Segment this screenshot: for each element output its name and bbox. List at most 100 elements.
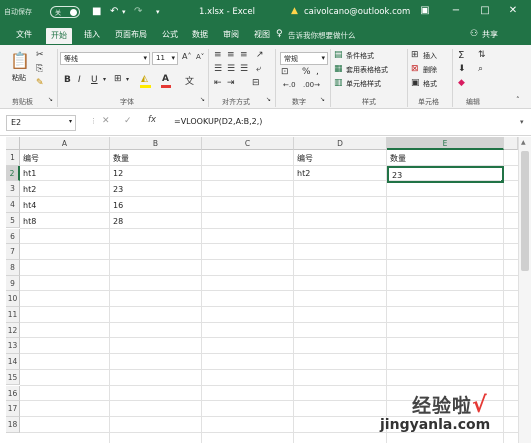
- cell-d1[interactable]: 编号: [294, 151, 387, 166]
- row-header-9[interactable]: 9: [6, 275, 20, 292]
- name-box[interactable]: E2 ▾: [6, 115, 76, 131]
- row-header-18[interactable]: 18: [6, 416, 20, 433]
- cell-b2[interactable]: 12: [110, 166, 202, 181]
- column-header-d[interactable]: D: [294, 137, 387, 150]
- cell-e1[interactable]: 数量: [387, 151, 504, 166]
- font-name-select[interactable]: 等线 ▾: [60, 52, 150, 65]
- cancel-entry-icon[interactable]: ✕: [102, 116, 110, 126]
- row-header-7[interactable]: 7: [6, 244, 20, 260]
- format-cells-button[interactable]: 格式: [423, 79, 437, 89]
- paste-button[interactable]: 粘贴: [12, 73, 26, 83]
- comma-style-icon[interactable]: ,: [316, 67, 319, 77]
- scroll-up-icon[interactable]: ▲: [521, 139, 526, 146]
- cell-a3[interactable]: ht2: [20, 182, 110, 197]
- tab-view[interactable]: 视图: [254, 29, 270, 40]
- undo-icon[interactable]: ↶: [110, 6, 118, 17]
- tab-home[interactable]: 开始: [46, 28, 72, 44]
- decrease-decimal-icon[interactable]: .00→: [303, 81, 320, 89]
- row-header-11[interactable]: 11: [6, 307, 20, 323]
- row-header-3[interactable]: 3: [6, 181, 20, 198]
- minimize-icon[interactable]: −: [449, 5, 463, 16]
- cell-a1[interactable]: 编号: [20, 151, 110, 166]
- decrease-font-icon[interactable]: A˅: [196, 53, 204, 61]
- paste-icon[interactable]: 📋: [10, 51, 30, 70]
- row-header-13[interactable]: 13: [6, 338, 20, 355]
- find-select-icon[interactable]: ⌕: [478, 64, 483, 74]
- fill-color-icon[interactable]: ◭: [141, 74, 148, 84]
- row-header-17[interactable]: 17: [6, 401, 20, 417]
- increase-indent-icon[interactable]: ⇥: [227, 78, 235, 88]
- vertical-scrollbar[interactable]: ▲: [518, 137, 531, 443]
- borders-dropdown-icon[interactable]: ▾: [126, 76, 129, 83]
- cell-a2[interactable]: ht1: [20, 166, 110, 181]
- cell-b3[interactable]: 23: [110, 182, 202, 197]
- increase-decimal-icon[interactable]: ←.0: [283, 81, 296, 89]
- copy-icon[interactable]: ⎘: [36, 64, 43, 74]
- column-header-b[interactable]: B: [110, 137, 202, 150]
- tab-data[interactable]: 数据: [192, 29, 208, 40]
- tab-file[interactable]: 文件: [16, 29, 32, 40]
- align-middle-icon[interactable]: ≡: [227, 50, 235, 60]
- number-format-select[interactable]: 常规 ▾: [280, 52, 328, 65]
- tab-review[interactable]: 审阅: [223, 29, 239, 40]
- tell-me-search[interactable]: 告诉我你想要做什么: [288, 30, 356, 41]
- select-all-corner[interactable]: [6, 137, 20, 150]
- row-header-10[interactable]: 10: [6, 291, 20, 307]
- warning-icon[interactable]: ▲: [291, 6, 298, 16]
- align-left-icon[interactable]: ☰: [214, 64, 222, 74]
- underline-dropdown-icon[interactable]: ▾: [103, 76, 106, 83]
- column-header-e[interactable]: E: [387, 137, 504, 150]
- underline-button[interactable]: U: [91, 75, 98, 85]
- font-color-icon[interactable]: A: [162, 74, 169, 84]
- confirm-entry-icon[interactable]: ✓: [124, 116, 132, 126]
- borders-icon[interactable]: ⊞: [114, 74, 122, 84]
- cell-d2[interactable]: ht2: [294, 166, 387, 181]
- merge-center-icon[interactable]: ⊟: [252, 78, 260, 88]
- undo-dropdown-icon[interactable]: ▾: [122, 8, 126, 16]
- row-header-16[interactable]: 16: [6, 385, 20, 402]
- row-header-15[interactable]: 15: [6, 369, 20, 386]
- format-painter-icon[interactable]: ✎: [36, 78, 44, 88]
- row-header-4[interactable]: 4: [6, 197, 20, 213]
- redo-icon[interactable]: ↷: [134, 6, 142, 17]
- tab-formulas[interactable]: 公式: [162, 29, 178, 40]
- sort-filter-icon[interactable]: ⇅: [478, 50, 486, 60]
- close-icon[interactable]: ✕: [506, 5, 520, 16]
- cell-b4[interactable]: 16: [110, 198, 202, 213]
- customize-quick-access-icon[interactable]: ▾: [156, 8, 160, 16]
- cell-e2-active[interactable]: 23: [387, 165, 504, 183]
- align-right-icon[interactable]: ☰: [240, 64, 248, 74]
- autosave-toggle[interactable]: 关: [50, 6, 80, 18]
- insert-function-button[interactable]: fx: [148, 115, 156, 125]
- delete-cells-button[interactable]: 删除: [423, 65, 437, 75]
- conditional-formatting-button[interactable]: 条件格式: [346, 51, 374, 61]
- align-bottom-icon[interactable]: ≡: [240, 50, 248, 60]
- tab-page-layout[interactable]: 页面布局: [115, 29, 147, 40]
- cell-a4[interactable]: ht4: [20, 198, 110, 213]
- accounting-format-icon[interactable]: ⊡: [281, 67, 289, 77]
- row-header-5[interactable]: 5: [6, 212, 20, 229]
- alignment-launcher-icon[interactable]: ↘: [266, 96, 271, 103]
- cut-icon[interactable]: ✂: [36, 50, 44, 60]
- row-header-12[interactable]: 12: [6, 322, 20, 339]
- expand-formula-bar-icon[interactable]: ▾: [520, 118, 524, 126]
- fill-handle[interactable]: [500, 178, 502, 181]
- clipboard-launcher-icon[interactable]: ↘: [48, 96, 53, 103]
- autosum-icon[interactable]: Σ: [458, 50, 464, 61]
- phonetic-icon[interactable]: 文: [185, 74, 194, 87]
- column-header-next[interactable]: [504, 137, 518, 150]
- orientation-icon[interactable]: ↗: [256, 50, 264, 60]
- cell-b5[interactable]: 28: [110, 214, 202, 229]
- row-header-6[interactable]: 6: [6, 228, 20, 245]
- increase-font-icon[interactable]: A˄: [182, 52, 191, 61]
- align-center-icon[interactable]: ☰: [227, 64, 235, 74]
- ribbon-display-options-icon[interactable]: ▣: [418, 5, 432, 16]
- account-email[interactable]: caivolcano@outlook.com: [304, 7, 410, 17]
- bold-button[interactable]: B: [64, 75, 71, 85]
- format-as-table-button[interactable]: 套用表格格式: [346, 65, 388, 75]
- decrease-indent-icon[interactable]: ⇤: [214, 78, 222, 88]
- fill-icon[interactable]: ⬇: [458, 64, 466, 74]
- row-header-1[interactable]: 1: [6, 150, 20, 166]
- align-top-icon[interactable]: ≡: [214, 50, 222, 60]
- scroll-thumb[interactable]: [521, 151, 529, 271]
